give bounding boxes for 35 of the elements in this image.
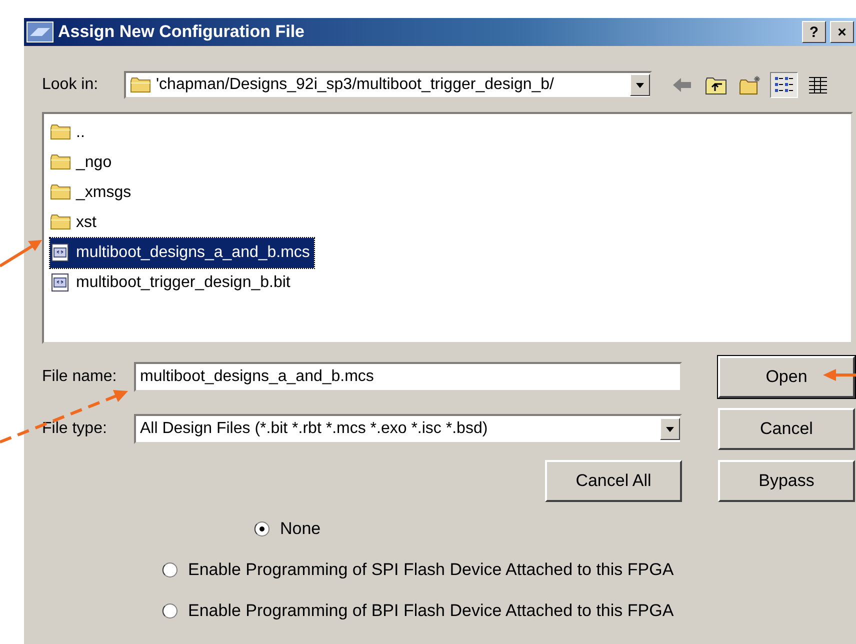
option-label: Enable Programming of SPI Flash Device Attached to this FPGA [188,560,674,580]
file-item[interactable]: multiboot_trigger_design_b.bit [50,268,294,298]
help-button[interactable]: ? [802,21,826,43]
dialog-button[interactable]: Open [718,356,855,398]
look-in-dropdown[interactable]: 'chapman/Designs_92i_sp3/multiboot_trigger_design_b/ [124,71,652,99]
dialog-button[interactable]: Bypass [718,460,855,502]
field-label: Look in: [42,76,100,94]
up-folder-icon[interactable] [705,75,727,95]
file-type-dropdown[interactable]: All Design Files (*.bit *.rbt *.mcs *.exo *.isc *.bsd) [134,414,682,444]
option-label: Enable Programming of BPI Flash Device Attached to this FPGA [188,601,674,621]
dialog-button[interactable]: Cancel [718,408,855,450]
file-item[interactable]: .. [50,118,89,148]
field-label: File name: [42,368,118,386]
app-icon [26,21,54,43]
file-item[interactable]: _ngo [50,148,116,178]
new-folder-icon[interactable] [739,75,761,95]
details-view-icon [807,74,829,96]
annotation-arrow [823,369,856,381]
radio-button[interactable] [162,562,178,578]
dropdown-arrow-icon[interactable] [634,80,646,90]
dropdown-arrow-icon[interactable] [664,424,676,434]
close-button[interactable]: × [830,21,854,43]
file-item[interactable]: _xmsgs [50,178,136,208]
option-label: None [280,519,321,539]
view-toggle[interactable] [770,72,798,98]
radio-button[interactable] [162,603,178,619]
file-name-field[interactable]: multiboot_designs_a_and_b.mcs [134,362,682,392]
back-arrow-icon[interactable] [671,75,693,95]
file-item[interactable]: multiboot_designs_a_and_b.mcs [50,238,314,268]
folder-icon [130,76,152,94]
annotation-arrow [0,240,42,268]
file-item[interactable]: xst [50,208,100,238]
window-title: Assign New Configuration File [58,22,306,42]
dialog-button[interactable]: Cancel All [545,460,682,502]
radio-button[interactable] [254,521,270,537]
